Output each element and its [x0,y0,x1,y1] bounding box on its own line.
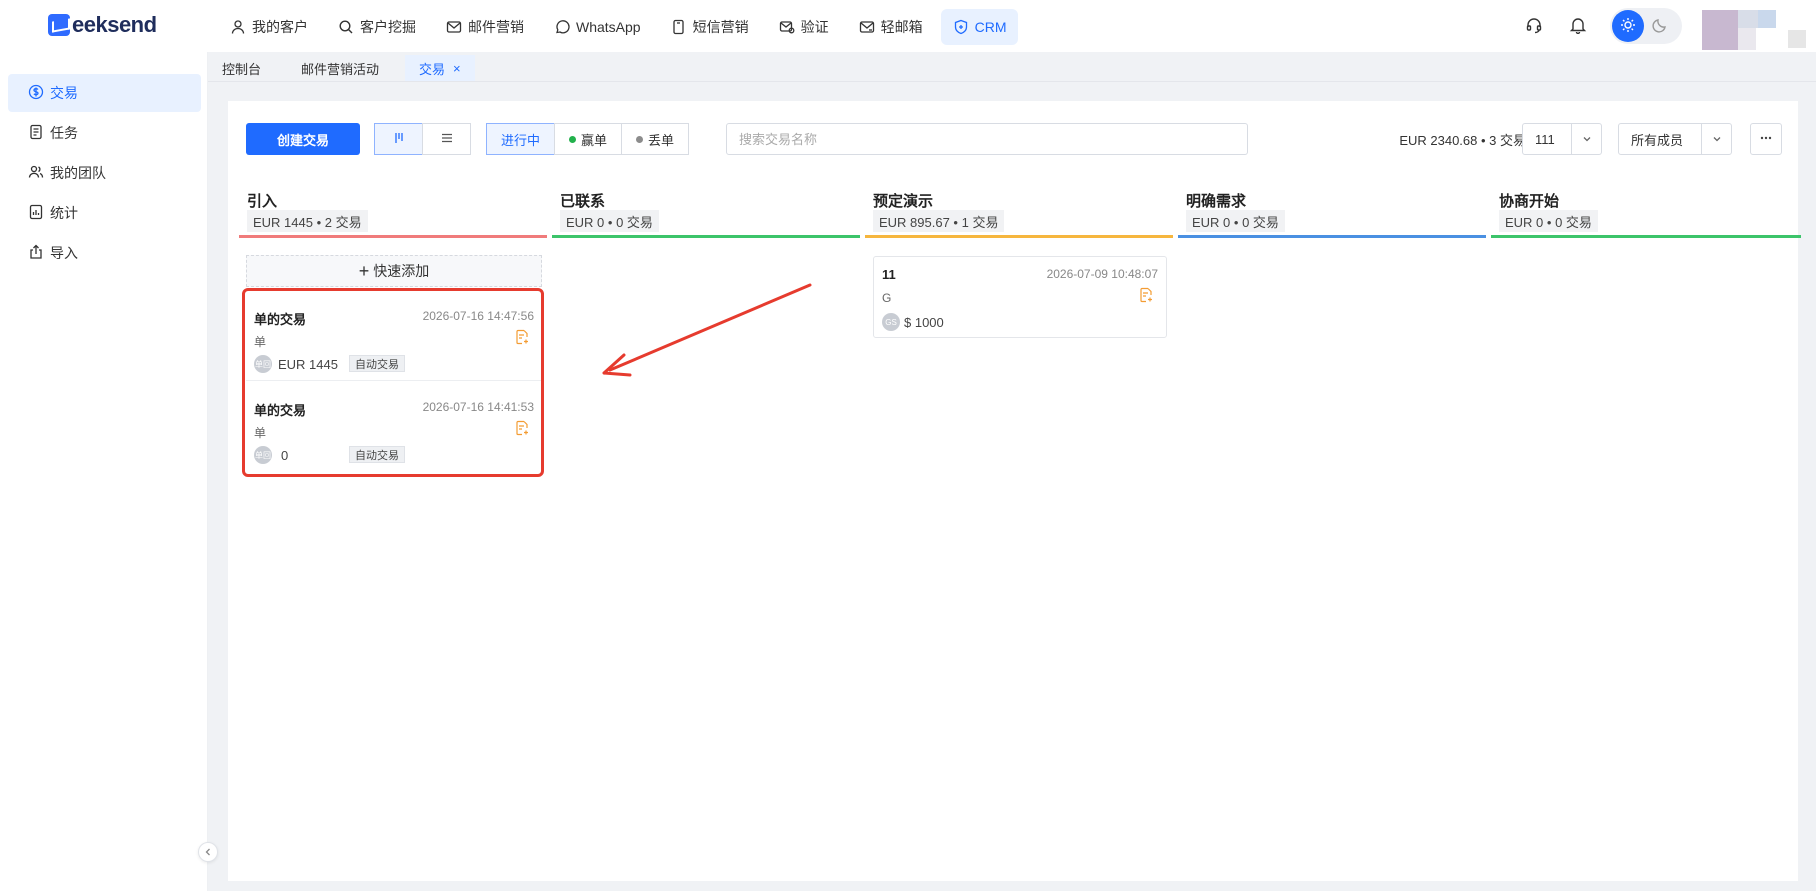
user-icon [230,19,246,35]
add-note-icon[interactable] [1138,287,1154,303]
logo-mark-icon [48,14,70,36]
page-tabs: 控制台 邮件营销活动 交易 × [208,55,475,81]
deal-amount: $ 1000 [904,315,944,330]
filter-won[interactable]: 赢单 [554,123,623,155]
nav-item-crm[interactable]: CRM [940,9,1019,45]
sms-icon [671,19,687,35]
stage-stats: EUR 895.67 • 1 交易 [873,210,1005,232]
board-toolbar: 创建交易 进行中 赢单 丢单 EUR 2340.68 • 3 交易 111 [246,123,1782,155]
notifications-button[interactable] [1558,6,1598,46]
stage-stats: EUR 0 • 0 交易 [1186,210,1285,232]
nav-item-prospecting[interactable]: 客户挖掘 [326,9,428,45]
top-navbar: eeksend 我的客户 客户挖掘 邮件营销 WhatsApp 短信营销 验证 [0,0,1816,52]
deal-title: 11 [882,267,896,282]
sidebar-item-my-team[interactable]: 我的团队 [8,154,201,192]
whatsapp-icon [554,19,570,35]
theme-toggle[interactable] [1610,8,1682,44]
stage-title: 明确需求 [1186,193,1247,210]
avatar: GS [882,313,900,331]
sidebar-item-import[interactable]: 导入 [8,234,201,272]
chevron-left-icon [203,845,213,860]
stage-color-bar [552,235,860,238]
stage-title: 协商开始 [1499,193,1560,210]
nav-item-light-mailbox[interactable]: 轻邮箱 [847,9,935,45]
stage-color-bar [239,235,547,238]
dark-theme-option[interactable] [1644,10,1676,42]
deal-card[interactable]: 11 2026-07-09 10:48:07 G GS $ 1000 [873,256,1167,338]
pipeline-select[interactable]: 111 [1522,123,1602,155]
moon-icon [1652,17,1668,36]
deal-time: 2026-07-09 10:48:07 [1046,267,1158,281]
members-select[interactable]: 所有成员 [1618,123,1732,155]
annotation-arrow [602,283,812,377]
nav-item-verify[interactable]: 验证 [767,9,841,45]
tab-dashboard[interactable]: 控制台 [208,55,275,81]
light-theme-option[interactable] [1612,10,1644,42]
deals-summary: EUR 2340.68 • 3 交易 [1399,132,1526,148]
stage-stats: EUR 0 • 0 交易 [1499,210,1598,232]
nav-item-whatsapp[interactable]: WhatsApp [542,9,653,45]
lost-dot-icon [636,135,644,143]
deal-search-input[interactable] [726,123,1248,155]
sidebar-item-deals[interactable]: 交易 [8,74,201,112]
verify-mail-icon [779,19,795,35]
tab-close-icon[interactable]: × [453,61,461,76]
status-filter: 进行中 赢单 丢单 [486,123,690,155]
more-options-button[interactable] [1750,123,1782,155]
quick-add-button[interactable]: + 快速添加 [246,255,542,287]
dollar-icon [28,84,50,103]
sidebar-collapse-button[interactable] [198,842,218,862]
stage-title: 引入 [247,193,278,210]
stats-icon [28,204,50,223]
annotation-highlight-box [242,288,544,477]
support-button[interactable] [1514,6,1554,46]
top-right-actions [1514,0,1816,52]
chevron-down-icon [1701,124,1731,154]
brand-name: eeksend [72,12,157,37]
nav-item-my-customers[interactable]: 我的客户 [218,9,320,45]
sidebar-item-stats[interactable]: 统计 [8,194,201,232]
deal-contact: G [882,291,892,305]
sidebar-item-tasks[interactable]: 任务 [8,114,201,152]
more-horizontal-icon [1759,131,1773,148]
nav-item-email-marketing[interactable]: 邮件营销 [434,9,536,45]
import-icon [28,244,50,263]
create-deal-button[interactable]: 创建交易 [246,123,360,155]
user-avatar[interactable] [1694,6,1806,50]
tab-email-campaigns[interactable]: 邮件营销活动 [287,55,393,81]
stage-color-bar [1491,235,1801,238]
list-view-button[interactable] [422,123,471,155]
filter-in-progress[interactable]: 进行中 [486,123,556,155]
nav-item-sms-marketing[interactable]: 短信营销 [659,9,761,45]
plus-icon: + [358,260,370,281]
headset-icon [1525,16,1543,37]
stage-title: 预定演示 [873,193,934,210]
won-dot-icon [569,135,577,143]
stage-stats: EUR 0 • 0 交易 [560,210,659,232]
bell-icon [1569,16,1587,37]
tab-deals[interactable]: 交易 × [405,55,475,81]
task-icon [28,124,50,143]
stage-color-bar [865,235,1173,238]
view-toggle [374,123,471,155]
search-icon [338,19,354,35]
stage-color-bar [1178,235,1486,238]
mailbox-icon [859,19,875,35]
stage-stats: EUR 1445 • 2 交易 [247,210,368,232]
team-icon [28,164,50,183]
crm-icon [953,19,969,35]
chevron-down-icon [1571,124,1601,154]
sun-icon [1620,17,1636,36]
kanban-view-button[interactable] [374,123,423,155]
list-icon [440,131,454,148]
tabs-divider [208,81,1816,82]
stage-title: 已联系 [560,193,606,210]
main-nav: 我的客户 客户挖掘 邮件营销 WhatsApp 短信营销 验证 轻邮箱 CRM [218,9,1019,45]
mail-icon [446,19,462,35]
kanban-icon [392,131,406,148]
brand-logo[interactable]: eeksend [48,12,157,38]
sidebar: 交易 任务 我的团队 统计 导入 [0,52,208,891]
filter-lost[interactable]: 丢单 [621,123,690,155]
